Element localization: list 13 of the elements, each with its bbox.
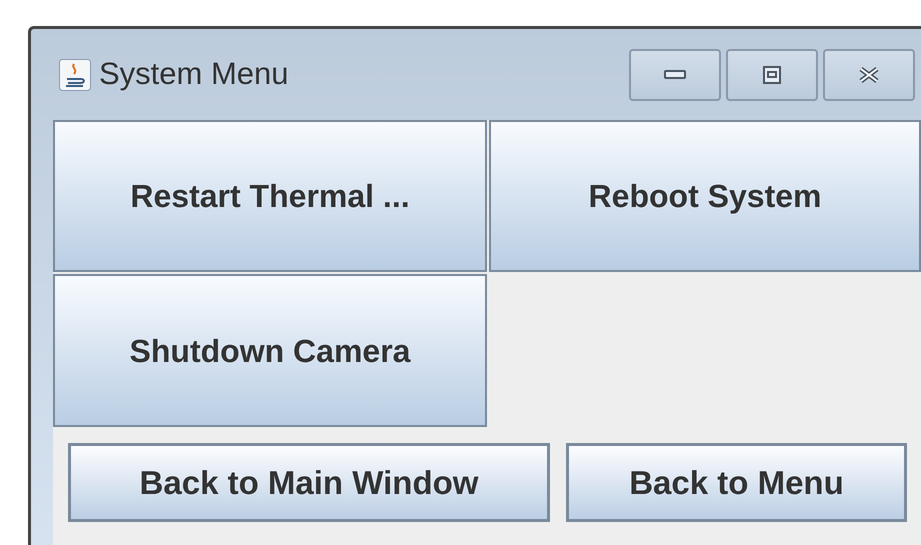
- nav-button[interactable]: Back to Menu: [566, 443, 907, 522]
- cup-icon: [59, 58, 91, 90]
- minimize-button[interactable]: [629, 48, 721, 100]
- maximize-icon: [763, 66, 781, 84]
- menu-button[interactable]: Shutdown Camera: [53, 274, 487, 427]
- menu-button[interactable]: Restart Thermal ...: [53, 120, 487, 272]
- close-icon: [858, 66, 880, 84]
- minimize-icon: [664, 70, 686, 79]
- menu-button[interactable]: Reboot System: [489, 120, 921, 272]
- close-button[interactable]: [823, 48, 915, 100]
- maximize-button[interactable]: [726, 48, 818, 100]
- window-title: System Menu: [99, 55, 289, 94]
- nav-button[interactable]: Back to Main Window: [68, 443, 550, 522]
